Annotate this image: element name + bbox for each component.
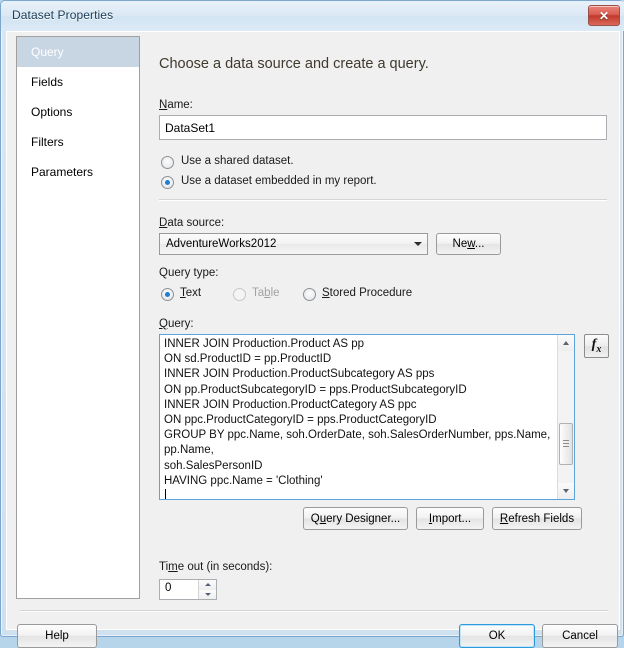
sidebar-item-fields[interactable]: Fields [17, 67, 139, 97]
query-type-text-label: Text [180, 287, 202, 299]
data-source-label: Data source: [159, 217, 225, 229]
close-icon: ✕ [598, 8, 610, 23]
new-data-source-button[interactable]: New... [436, 233, 501, 255]
ok-label: OK [488, 630, 506, 642]
stepper-down-icon[interactable] [199, 589, 216, 599]
navigation-sidebar: Query Fields Options Filters Parameters [16, 36, 140, 599]
name-label: Name: [159, 99, 193, 111]
query-type-stored-procedure-label: Stored Procedure [322, 287, 413, 299]
cancel-label: Cancel [562, 630, 598, 642]
chevron-down-icon[interactable] [409, 235, 426, 253]
sidebar-item-parameters[interactable]: Parameters [17, 157, 139, 187]
query-editor-scrollbar[interactable] [557, 335, 574, 499]
query-type-table-label: Table [252, 287, 280, 299]
data-source-value: AdventureWorks2012 [166, 238, 277, 250]
help-label: Help [45, 630, 69, 642]
timeout-stepper[interactable]: 0 [159, 579, 217, 600]
sidebar-item-label: Query [31, 45, 64, 59]
footer-divider [20, 610, 608, 612]
refresh-fields-label: Refresh Fields [499, 512, 575, 525]
sidebar-item-label: Options [31, 105, 73, 119]
embedded-dataset-radio-label: Use a dataset embedded in my report. [181, 175, 377, 187]
query-settings-panel: Choose a data source and create a query.… [155, 36, 611, 632]
query-designer-label: Query Designer... [310, 512, 401, 525]
scrollbar-grip-icon [563, 440, 569, 448]
data-source-combobox[interactable]: AdventureWorks2012 [159, 233, 428, 255]
query-type-text-radio[interactable] [161, 288, 174, 301]
shared-dataset-radio-label: Use a shared dataset. [181, 155, 294, 167]
query-label: Query: [159, 318, 194, 330]
query-label-rest: uery: [167, 318, 194, 330]
sidebar-item-filters[interactable]: Filters [17, 127, 139, 157]
import-button[interactable]: Import... [416, 507, 484, 530]
scrollbar-thumb[interactable] [559, 423, 573, 465]
sidebar-item-label: Parameters [31, 165, 94, 179]
sidebar-item-label: Fields [31, 75, 64, 89]
cancel-button[interactable]: Cancel [542, 624, 618, 648]
query-text-editor[interactable]: INNER JOIN Production.Product AS pp ON s… [159, 334, 575, 500]
refresh-fields-button[interactable]: Refresh Fields [492, 507, 582, 530]
query-type-table-radio [233, 288, 246, 301]
query-type-label: Query type: [159, 267, 219, 279]
title-bar: Dataset Properties ✕ [1, 1, 624, 31]
dataset-properties-dialog: Dataset Properties ✕ Query Fields Option… [0, 0, 624, 648]
scroll-down-icon[interactable] [558, 483, 574, 499]
ok-button[interactable]: OK [459, 624, 535, 648]
dialog-client-area: Query Fields Options Filters Parameters … [6, 31, 620, 648]
name-input[interactable] [159, 115, 607, 140]
expression-fx-button[interactable]: fx [584, 334, 609, 358]
timeout-label: Time out (in seconds): [159, 561, 273, 573]
help-button[interactable]: Help [17, 624, 97, 648]
close-button[interactable]: ✕ [588, 5, 620, 26]
fx-icon: fx [591, 336, 602, 355]
page-title: Choose a data source and create a query. [159, 56, 429, 72]
sidebar-item-options[interactable]: Options [17, 97, 139, 127]
timeout-stepper-buttons[interactable] [198, 580, 216, 599]
text-caret [165, 489, 166, 499]
query-text: INNER JOIN Production.Product AS pp ON s… [164, 338, 551, 487]
divider-top [159, 199, 607, 201]
embedded-dataset-radio[interactable] [161, 176, 174, 189]
data-source-label-rest: ata source: [167, 217, 225, 229]
name-label-rest: ame: [167, 99, 193, 111]
sidebar-item-label: Filters [31, 135, 64, 149]
sidebar-item-query[interactable]: Query [17, 37, 139, 67]
scroll-up-icon[interactable] [558, 335, 574, 351]
shared-dataset-radio[interactable] [161, 156, 174, 169]
query-designer-button[interactable]: Query Designer... [303, 507, 408, 530]
query-type-stored-procedure-radio[interactable] [303, 288, 316, 301]
timeout-label-rest: e out (in seconds): [177, 561, 273, 573]
import-label: Import... [428, 512, 472, 525]
timeout-value: 0 [165, 582, 172, 594]
window-title: Dataset Properties [12, 8, 114, 22]
new-button-label: New... [452, 238, 485, 250]
